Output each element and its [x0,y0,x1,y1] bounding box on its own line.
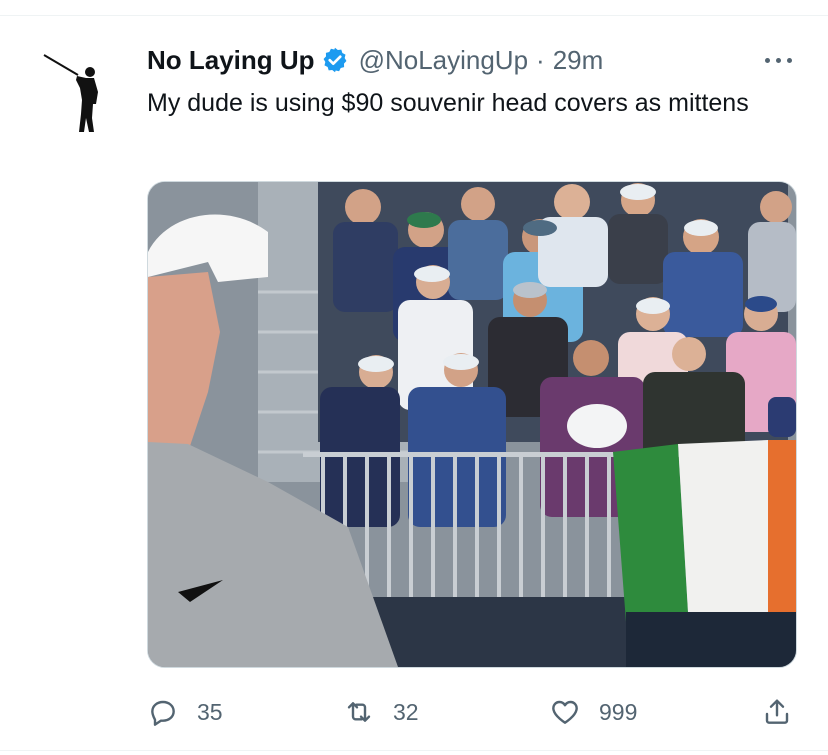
more-dot-icon [776,58,781,63]
heart-icon [552,700,578,724]
like-count: 999 [599,698,638,725]
display-name[interactable]: No Laying Up [147,45,315,76]
reply-button[interactable]: 35 [147,690,223,734]
retweet-button[interactable]: 32 [343,690,419,734]
avatar[interactable] [30,40,126,136]
more-options-button[interactable] [762,46,796,74]
share-icon [765,699,789,724]
tweet-action-bar: 35 32 999 [147,690,797,734]
timestamp[interactable]: 29m [553,45,604,76]
bottom-divider [0,750,828,751]
tweet-header: No Laying Up @NoLayingUp · 29m [147,42,603,78]
share-button[interactable] [761,690,793,734]
verified-badge-icon [323,47,346,73]
like-button[interactable]: 999 [549,690,637,734]
more-dot-icon [787,58,792,63]
crowd-photo [148,182,796,667]
reply-icon [151,700,175,726]
golfer-silhouette-icon [43,54,98,132]
tweet-media-photo[interactable] [147,181,797,668]
reply-count: 35 [197,698,223,725]
separator-dot: · [536,44,545,75]
top-divider [0,15,828,16]
tweet-text: My dude is using $90 souvenir head cover… [147,89,749,117]
handle[interactable]: @NoLayingUp [359,45,528,76]
retweet-count: 32 [393,698,419,725]
retweet-icon [347,702,371,722]
more-dot-icon [765,58,770,63]
